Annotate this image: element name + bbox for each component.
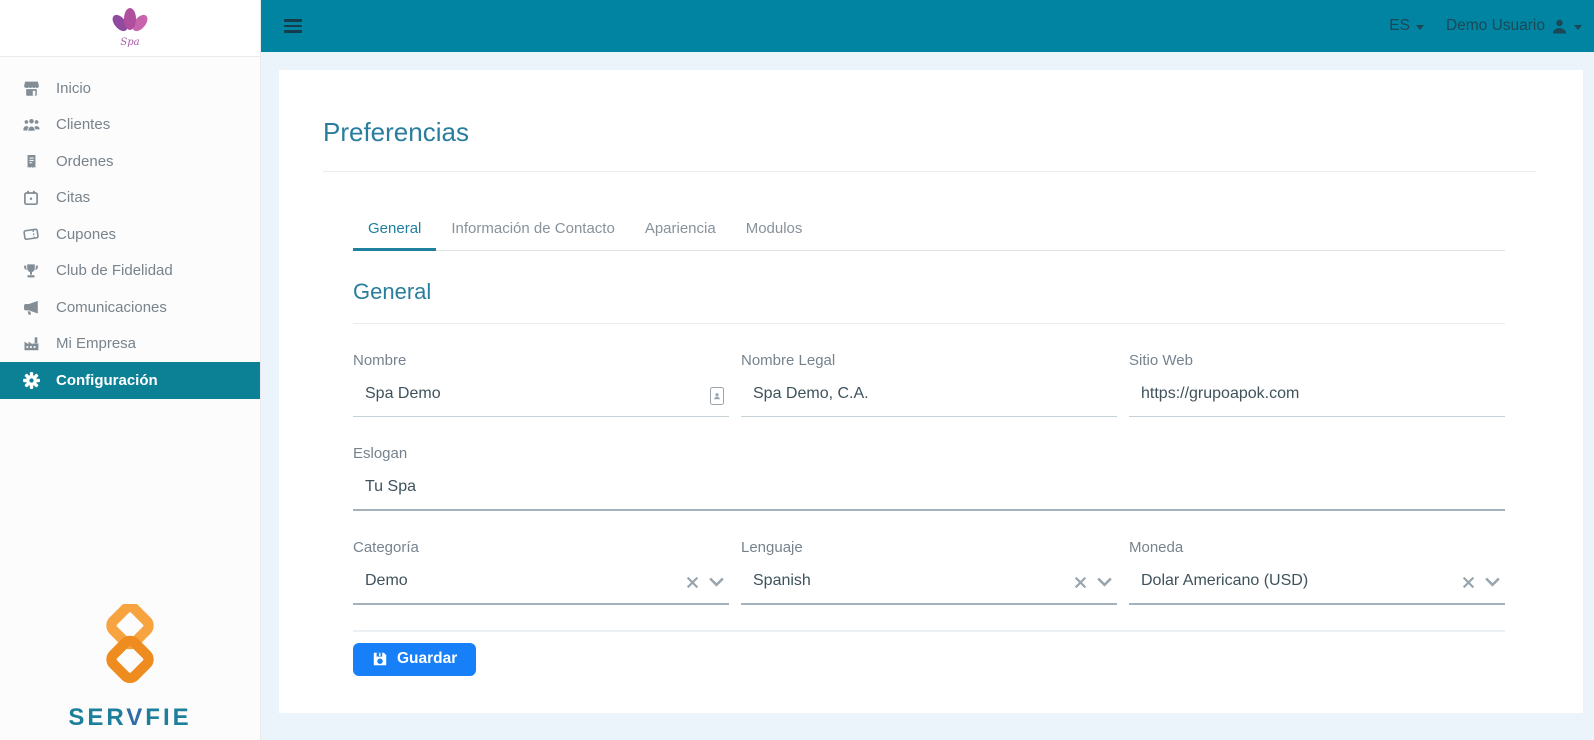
chevron-down-icon[interactable] xyxy=(709,577,724,587)
field-nombre: Nombre xyxy=(353,352,729,417)
sidebar-item-label: Citas xyxy=(56,189,91,207)
field-label: Lenguaje xyxy=(741,539,803,556)
sidebar-item-cupones[interactable]: Cupones xyxy=(0,216,260,253)
main-area: ES Demo Usuario Preferencias General Inf… xyxy=(261,0,1594,740)
ticket-icon xyxy=(21,226,41,242)
field-moneda: Moneda Dolar Americano (USD) xyxy=(1129,539,1505,605)
field-eslogan: Eslogan xyxy=(353,445,1505,511)
tab-apariencia[interactable]: Apariencia xyxy=(630,208,731,250)
servfie-wordmark: SERVFIE xyxy=(68,704,192,731)
app-window: Spa Inicio Clientes Ordenes Citas Cupone… xyxy=(0,0,1594,740)
language-menu[interactable]: ES xyxy=(1389,17,1424,35)
field-label: Sitio Web xyxy=(1129,352,1193,369)
save-button-label: Guardar xyxy=(397,650,458,667)
clear-icon[interactable] xyxy=(1074,576,1087,589)
field-label: Nombre Legal xyxy=(741,352,836,369)
user-menu[interactable]: Demo Usuario xyxy=(1446,17,1582,35)
lenguaje-select[interactable]: Spanish xyxy=(741,563,1117,605)
gear-icon xyxy=(21,371,41,389)
receipt-icon xyxy=(21,154,41,169)
field-label: Eslogan xyxy=(353,445,408,462)
tab-bar: General Información de Contacto Aparienc… xyxy=(353,208,1505,251)
sidebar-logo: Spa xyxy=(0,0,260,57)
selected-value: Demo xyxy=(365,572,408,589)
caret-down-icon xyxy=(1574,24,1582,30)
topbar: ES Demo Usuario xyxy=(261,0,1594,52)
section-title: General xyxy=(353,279,432,304)
field-categoria: Categoría Demo xyxy=(353,539,729,605)
servfie-chain-icon xyxy=(106,601,154,684)
trophy-icon xyxy=(21,263,41,279)
form-row-1: Nombre Nombre Legal xyxy=(353,324,1505,417)
selected-value: Dolar Americano (USD) xyxy=(1141,572,1309,589)
page-title: Preferencias xyxy=(323,117,469,147)
field-nombre-legal: Nombre Legal xyxy=(741,352,1117,417)
autofill-icon[interactable] xyxy=(710,387,724,405)
tab-informacion-de-contacto[interactable]: Información de Contacto xyxy=(436,208,629,250)
sidebar-item-citas[interactable]: Citas xyxy=(0,180,260,217)
megaphone-icon xyxy=(21,299,41,316)
categoria-select[interactable]: Demo xyxy=(353,563,729,605)
calendar-icon xyxy=(21,190,41,206)
spa-flower-icon: Spa xyxy=(112,8,148,48)
title-divider xyxy=(323,171,1536,172)
sidebar-item-label: Inicio xyxy=(56,79,92,97)
sidebar-item-label: Cupones xyxy=(56,225,117,243)
clear-icon[interactable] xyxy=(686,576,699,589)
sidebar: Spa Inicio Clientes Ordenes Citas Cupone… xyxy=(0,0,261,740)
spa-logo-script: Spa xyxy=(120,37,139,48)
sidebar-item-inicio[interactable]: Inicio xyxy=(0,70,260,107)
sidebar-item-mi-empresa[interactable]: Mi Empresa xyxy=(0,326,260,363)
sidebar-item-label: Ordenes xyxy=(56,152,114,170)
field-label: Moneda xyxy=(1129,539,1184,556)
save-button[interactable]: Guardar xyxy=(353,643,477,676)
sidebar-item-label: Configuración xyxy=(56,371,158,389)
sidebar-item-club-de-fidelidad[interactable]: Club de Fidelidad xyxy=(0,253,260,290)
servfie-logo: SERVFIE xyxy=(0,601,260,732)
caret-down-icon xyxy=(1415,24,1424,30)
language-label: ES xyxy=(1389,17,1410,34)
sidebar-item-comunicaciones[interactable]: Comunicaciones xyxy=(0,289,260,326)
sidebar-item-label: Club de Fidelidad xyxy=(56,262,173,280)
sidebar-item-ordenes[interactable]: Ordenes xyxy=(0,143,260,180)
user-icon xyxy=(1551,18,1568,35)
users-icon xyxy=(21,116,41,133)
preferences-body: General Información de Contacto Aparienc… xyxy=(353,208,1505,676)
user-name-label: Demo Usuario xyxy=(1445,17,1545,34)
sidebar-item-label: Mi Empresa xyxy=(56,335,137,353)
store-icon xyxy=(21,80,41,97)
chevron-down-icon[interactable] xyxy=(1485,577,1500,587)
tab-modulos[interactable]: Modulos xyxy=(731,208,818,250)
eslogan-input[interactable] xyxy=(353,478,1505,500)
form-row-3: Categoría Demo Lenguaje Spanish Moneda D… xyxy=(353,511,1505,605)
sidebar-item-label: Clientes xyxy=(56,116,111,134)
form-divider xyxy=(353,630,1505,632)
selected-value: Spanish xyxy=(753,572,811,589)
nombre-input[interactable] xyxy=(353,385,710,407)
field-label: Categoría xyxy=(353,539,419,556)
clear-icon[interactable] xyxy=(1462,576,1475,589)
content-area: Preferencias General Información de Cont… xyxy=(261,52,1594,740)
field-sitio-web: Sitio Web xyxy=(1129,352,1505,417)
field-label: Nombre xyxy=(353,352,407,369)
hamburger-menu-icon[interactable] xyxy=(284,17,302,36)
field-lenguaje: Lenguaje Spanish xyxy=(741,539,1117,605)
sidebar-item-clientes[interactable]: Clientes xyxy=(0,107,260,144)
factory-icon xyxy=(21,335,41,352)
sitio-web-input[interactable] xyxy=(1129,385,1505,407)
sidebar-item-label: Comunicaciones xyxy=(56,298,167,316)
preferences-card: Preferencias General Información de Cont… xyxy=(279,70,1583,713)
sidebar-nav: Inicio Clientes Ordenes Citas Cupones Cl… xyxy=(0,57,260,399)
save-icon xyxy=(373,652,387,666)
chevron-down-icon[interactable] xyxy=(1097,577,1112,587)
topbar-right: ES Demo Usuario xyxy=(1389,17,1582,35)
nombre-legal-input[interactable] xyxy=(741,385,1117,407)
tab-general[interactable]: General xyxy=(353,208,437,251)
moneda-select[interactable]: Dolar Americano (USD) xyxy=(1129,563,1505,605)
sidebar-item-configuracion[interactable]: Configuración xyxy=(0,362,260,399)
